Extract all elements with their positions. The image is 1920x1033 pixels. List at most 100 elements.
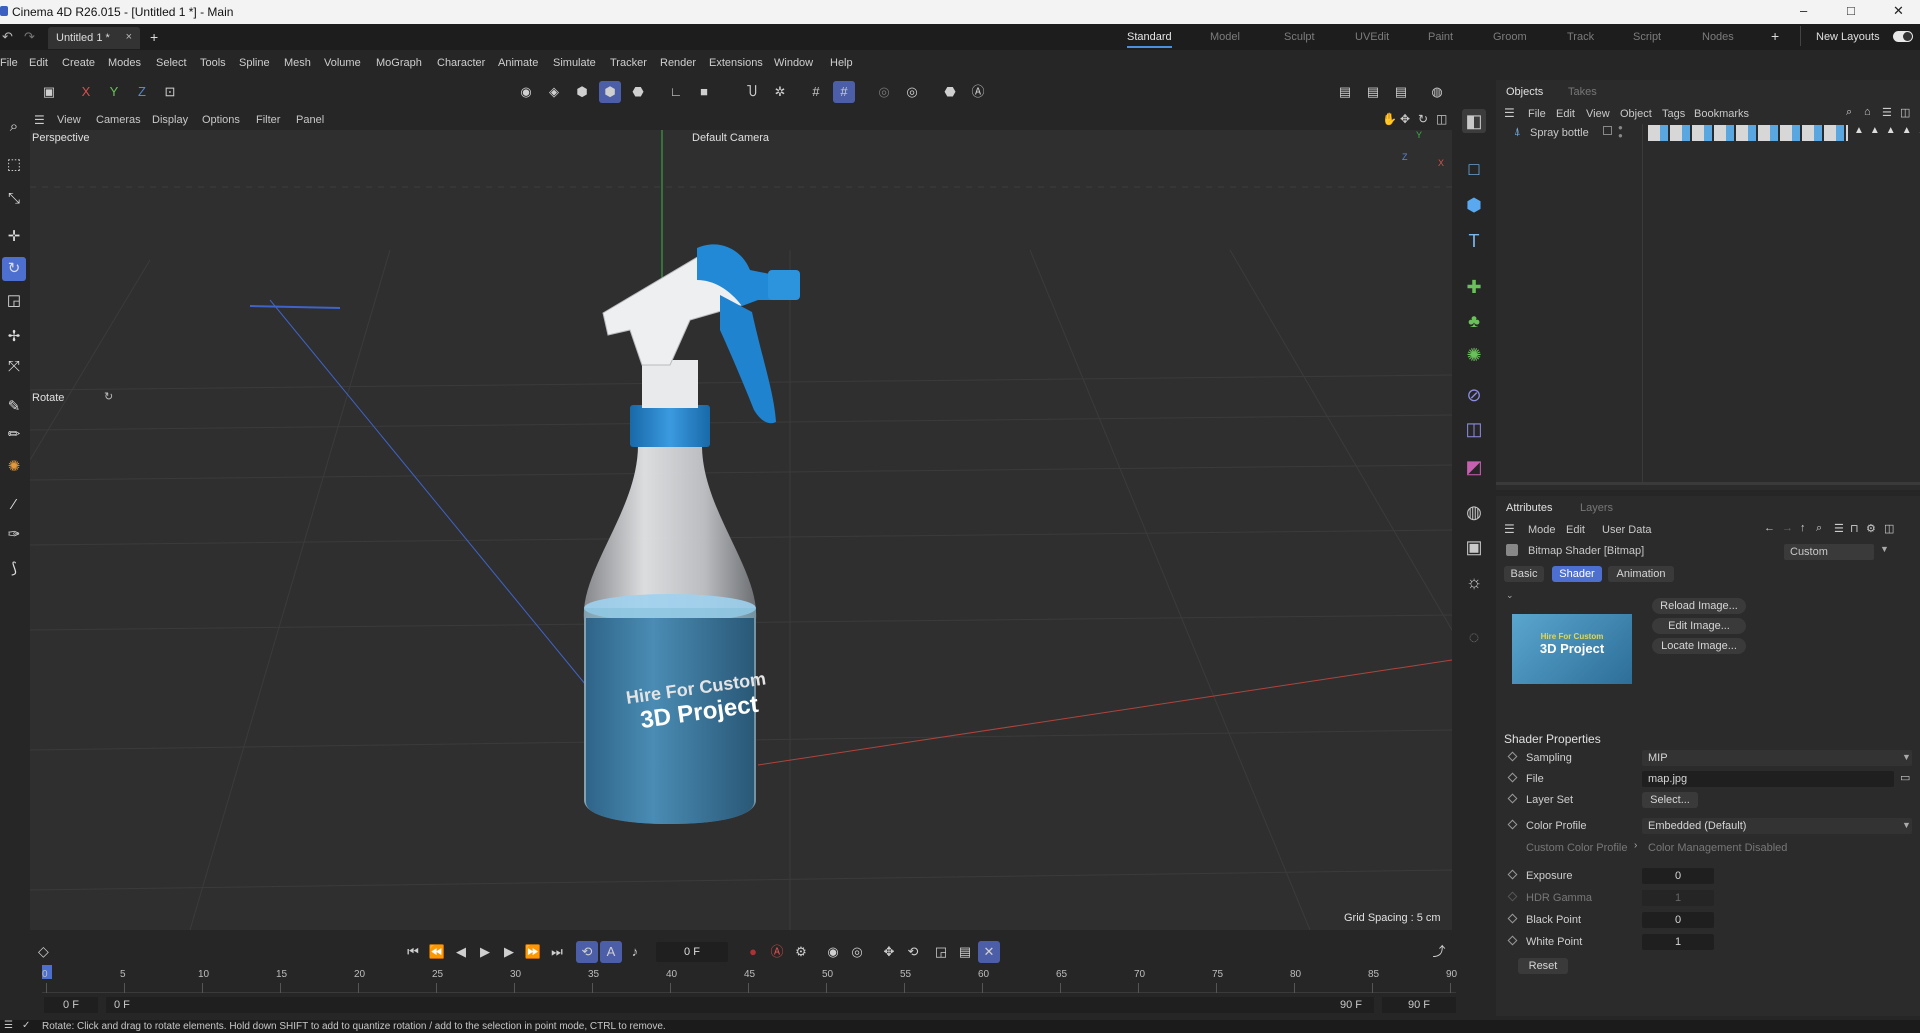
move-tool-icon[interactable]: ✛ — [2, 225, 26, 249]
viewport-menu-options[interactable]: Options — [202, 114, 240, 126]
snap-settings-icon[interactable]: ✲ — [769, 81, 791, 103]
menu-mesh[interactable]: Mesh — [284, 57, 311, 69]
viewport-menu-view[interactable]: View — [57, 114, 81, 126]
cube-icon[interactable]: ⬢ — [1462, 193, 1486, 217]
render-settings-icon[interactable]: ▤ — [1390, 81, 1412, 103]
objects-search-icon[interactable]: ⌕ — [1846, 106, 1852, 119]
hamburger-icon[interactable]: ☰ — [34, 113, 45, 127]
objects-hamburger-icon[interactable]: ☰ — [1504, 106, 1515, 120]
render-picture-viewer-icon[interactable]: ▤ — [1362, 81, 1384, 103]
keyframe-diamond[interactable] — [1507, 869, 1518, 880]
menu-create[interactable]: Create — [62, 57, 95, 69]
layer-set-select-button[interactable]: Select... — [1642, 792, 1698, 808]
auto-icon[interactable]: Ⓐ — [967, 81, 989, 103]
viewport-name[interactable]: Perspective — [32, 132, 89, 144]
tab-takes[interactable]: Takes — [1568, 86, 1597, 98]
menu-select[interactable]: Select — [156, 57, 187, 69]
menu-file[interactable]: File — [0, 57, 18, 69]
objects-home-icon[interactable]: ⌂ — [1864, 106, 1871, 118]
grid-icon[interactable]: # — [805, 81, 827, 103]
menu-tools[interactable]: Tools — [200, 57, 226, 69]
object-row-spray-bottle[interactable]: ⍋ Spray bottle ●● ▲▲▲▲▲▲ — [1496, 124, 1920, 142]
objects-menu-bookmarks[interactable]: Bookmarks — [1694, 108, 1749, 120]
objects-menu-tags[interactable]: Tags — [1662, 108, 1685, 120]
file-input[interactable]: map.jpg — [1642, 771, 1894, 787]
viewport-menu-panel[interactable]: Panel — [296, 114, 324, 126]
menu-spline[interactable]: Spline — [239, 57, 270, 69]
range-end-field[interactable]: 90 F — [1382, 997, 1456, 1013]
palette-icon[interactable]: ▣ — [38, 81, 60, 103]
white-point-input[interactable]: 1 — [1642, 934, 1714, 950]
tab-attributes[interactable]: Attributes — [1506, 502, 1552, 514]
edge-mode-icon[interactable]: ◈ — [543, 81, 565, 103]
tag-icon[interactable]: ◌ — [1462, 625, 1486, 649]
subtab-animation[interactable]: Animation — [1608, 566, 1674, 582]
range-start-field[interactable]: 0 F — [44, 997, 98, 1013]
undo-icon[interactable]: ↶ — [2, 29, 13, 45]
polygon-mode-icon[interactable]: ⬢ — [571, 81, 593, 103]
magnet-icon[interactable]: ⟆ — [2, 557, 26, 581]
render-region-icon[interactable]: ◎ — [901, 81, 923, 103]
settings-icon[interactable]: ⚙ — [1866, 522, 1876, 535]
place-tool-icon[interactable]: ⤧ — [2, 355, 26, 379]
subtab-shader[interactable]: Shader — [1552, 566, 1602, 582]
objects-menu-edit[interactable]: Edit — [1556, 108, 1575, 120]
lock-icon[interactable]: ⊓ — [1850, 522, 1859, 535]
axis-mode-icon[interactable]: ∟ — [665, 81, 687, 103]
locate-image-button[interactable]: Locate Image... — [1652, 638, 1746, 654]
deformer-icon[interactable]: ⊘ — [1462, 383, 1486, 407]
exposure-input[interactable]: 0 — [1642, 868, 1714, 884]
menu-extensions[interactable]: Extensions — [709, 57, 763, 69]
close-button[interactable]: ✕ — [1893, 3, 1904, 19]
attributes-menu-user-data[interactable]: User Data — [1602, 524, 1652, 536]
layout-paint[interactable]: Paint — [1428, 31, 1453, 43]
subtab-basic[interactable]: Basic — [1504, 566, 1544, 582]
scene-icon[interactable]: ◩ — [1462, 455, 1486, 479]
snap-icon[interactable]: Ⴎ — [741, 81, 763, 103]
lock-y-axis[interactable]: Y — [103, 81, 125, 103]
null-object-icon[interactable]: □ — [1462, 157, 1486, 181]
redo-icon[interactable]: ↷ — [24, 29, 35, 45]
orbit-icon[interactable]: ↻ — [1418, 112, 1428, 126]
add-layout-button[interactable]: + — [1771, 28, 1779, 44]
folder-icon[interactable]: ▭ — [1900, 771, 1910, 784]
brush-icon[interactable]: ⁄ — [2, 493, 26, 517]
point-mode-icon[interactable]: ◉ — [515, 81, 537, 103]
dolly-icon[interactable]: ✥ — [1400, 112, 1410, 126]
pan-icon[interactable]: ✋ — [1382, 112, 1397, 126]
viewport-menu-filter[interactable]: Filter — [256, 114, 280, 126]
menu-volume[interactable]: Volume — [324, 57, 361, 69]
effector-icon[interactable]: ✺ — [1462, 343, 1486, 367]
menu-help[interactable]: Help — [830, 57, 853, 69]
document-close-icon[interactable]: × — [126, 31, 132, 43]
layout-nodes[interactable]: Nodes — [1702, 31, 1734, 43]
rotate-tool-icon[interactable]: ↻ — [2, 257, 26, 281]
document-tab[interactable]: Untitled 1 * × — [48, 27, 140, 49]
black-point-input[interactable]: 0 — [1642, 912, 1714, 928]
cloner-icon[interactable]: ♣ — [1462, 309, 1486, 333]
select-tool-icon[interactable]: ⬚ — [2, 153, 26, 177]
status-menu-icon[interactable]: ☰ — [4, 1020, 13, 1031]
reload-image-button[interactable]: Reload Image... — [1652, 598, 1746, 614]
color-profile-dropdown-icon[interactable]: ▼ — [1902, 820, 1911, 830]
coordinate-system-icon[interactable]: ⊡ — [159, 81, 181, 103]
lock-x-axis[interactable]: X — [75, 81, 97, 103]
menu-simulate[interactable]: Simulate — [553, 57, 596, 69]
new-manager-icon[interactable]: ◫ — [1884, 522, 1894, 535]
render-visibility-icon[interactable]: ● ● — [1618, 124, 1623, 140]
preset-dropdown-icon[interactable]: ▼ — [1880, 544, 1889, 554]
redshift-icon[interactable]: ◍ — [1426, 81, 1448, 103]
viewport[interactable]: Perspective Default Camera Rotate ↻ Grid… — [30, 130, 1452, 930]
maximize-viewport-icon[interactable]: ◫ — [1436, 112, 1447, 126]
field-icon[interactable]: ◫ — [1462, 417, 1486, 441]
render-view-icon[interactable]: ▤ — [1334, 81, 1356, 103]
viewport-solo-icon[interactable]: ◎ — [873, 81, 895, 103]
scale-tool-icon[interactable]: ◲ — [2, 289, 26, 313]
reset-button[interactable]: Reset — [1518, 958, 1568, 974]
objects-menu-view[interactable]: View — [1586, 108, 1610, 120]
solo-icon[interactable]: ■ — [693, 81, 715, 103]
layout-sculpt[interactable]: Sculpt — [1284, 31, 1315, 43]
viewport-menu-display[interactable]: Display — [152, 114, 188, 126]
keyframe-diamond[interactable] — [1507, 935, 1518, 946]
editor-visibility-icon[interactable] — [1603, 126, 1612, 135]
